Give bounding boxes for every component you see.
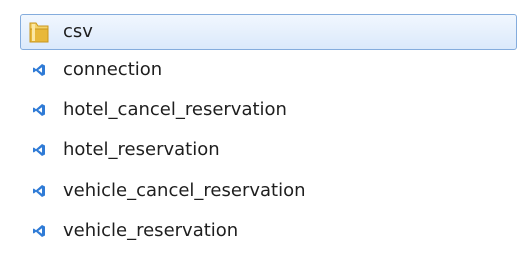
vscode-file-icon (28, 98, 50, 122)
folder-icon (28, 20, 50, 44)
list-item-vehicle-cancel-reservation[interactable]: vehicle_cancel_reservation (20, 173, 517, 209)
item-label: connection (63, 59, 163, 80)
vscode-file-icon (28, 219, 50, 243)
file-list: csv connection hotel_cancel_reservation … (0, 0, 524, 258)
item-label: csv (63, 21, 93, 42)
item-label: hotel_cancel_reservation (63, 99, 287, 120)
item-label: hotel_reservation (63, 139, 220, 160)
item-label: vehicle_cancel_reservation (63, 180, 306, 201)
vscode-file-icon (28, 138, 50, 162)
item-label: vehicle_reservation (63, 220, 239, 241)
list-item-csv[interactable]: csv (20, 14, 517, 50)
vscode-file-icon (28, 58, 50, 82)
list-item-hotel-cancel-reservation[interactable]: hotel_cancel_reservation (20, 92, 517, 128)
list-item-vehicle-reservation[interactable]: vehicle_reservation (20, 213, 517, 249)
vscode-file-icon (28, 179, 50, 203)
list-item-hotel-reservation[interactable]: hotel_reservation (20, 132, 517, 168)
list-item-connection[interactable]: connection (20, 52, 517, 88)
